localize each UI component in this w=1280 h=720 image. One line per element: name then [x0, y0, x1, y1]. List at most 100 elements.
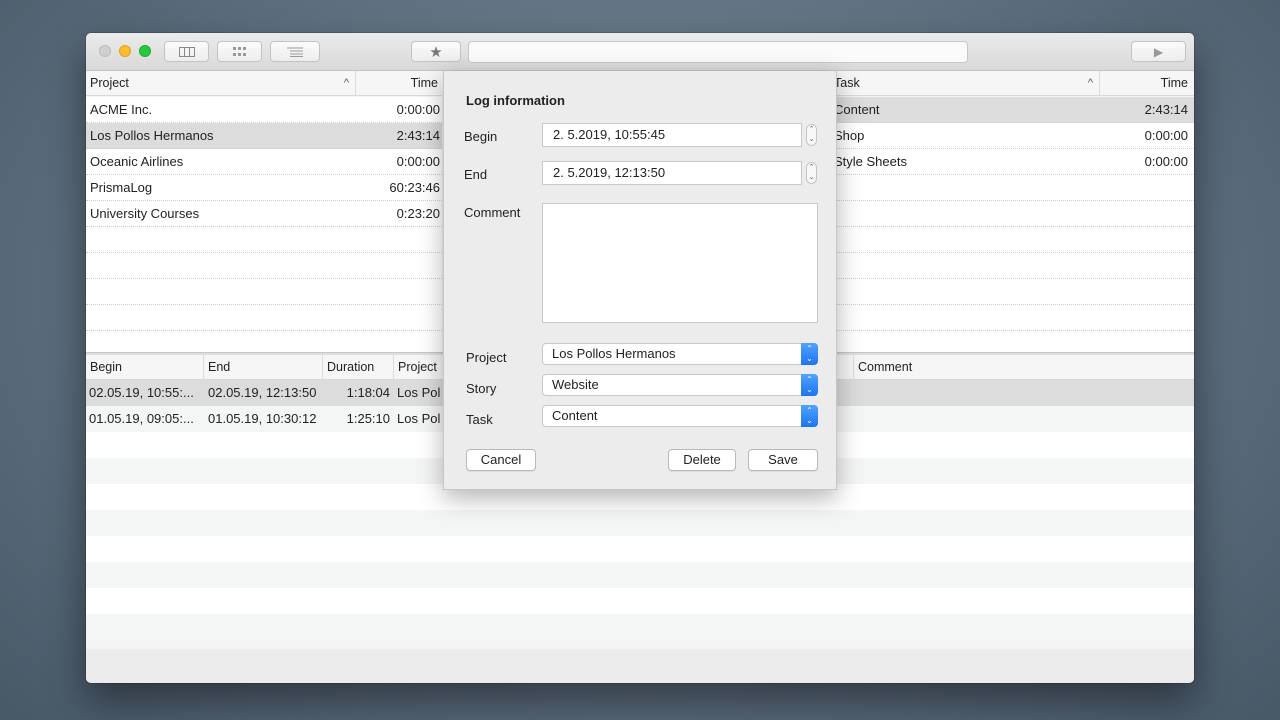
stepper-up-icon[interactable]: ⌃ — [807, 125, 816, 135]
project-select-value: Los Pollos Hermanos — [552, 346, 676, 361]
log-project-header-label: Project — [398, 360, 437, 374]
begin-header-label: Begin — [90, 360, 122, 374]
task-time-cell: 2:43:14 — [1144, 102, 1188, 117]
table-row — [830, 175, 1194, 201]
tasks-table-header: Task ^ Time — [830, 71, 1194, 96]
stepper-down-icon[interactable]: ⌄ — [807, 135, 816, 145]
table-row — [86, 305, 442, 331]
grid-view-button[interactable] — [217, 41, 262, 62]
time-header-label: Time — [410, 76, 438, 90]
log-end-cell: 01.05.19, 10:30:12 — [208, 411, 317, 426]
table-row — [830, 227, 1194, 253]
log-information-dialog: Log information Begin 2. 5.2019, 10:55:4… — [443, 71, 837, 490]
end-stepper[interactable]: ⌃ ⌄ — [806, 162, 817, 184]
task-name-cell: Content — [834, 102, 880, 117]
cancel-button[interactable]: Cancel — [466, 449, 536, 471]
project-name-cell: ACME Inc. — [90, 102, 153, 117]
search-field[interactable] — [468, 41, 968, 63]
comment-textarea[interactable] — [542, 203, 818, 323]
toolbar: ★ ▶ — [86, 33, 1194, 71]
begin-label: Begin — [464, 129, 498, 144]
task-label: Task — [466, 412, 493, 427]
empty-row — [86, 510, 1194, 536]
table-row[interactable]: Los Pollos Hermanos 2:43:14 — [86, 123, 442, 149]
save-button[interactable]: Save — [748, 449, 818, 471]
project-column-header[interactable]: Project ^ — [86, 71, 356, 96]
columns-view-button[interactable] — [164, 41, 209, 62]
end-column-header[interactable]: End — [204, 355, 323, 380]
table-row[interactable]: Style Sheets 0:00:00 — [830, 149, 1194, 175]
columns-icon — [178, 46, 195, 57]
duration-header-label: Duration — [327, 360, 375, 374]
close-window-button[interactable] — [99, 45, 111, 57]
log-duration-cell: 1:18:04 — [346, 385, 390, 400]
project-name-cell: Oceanic Airlines — [90, 154, 184, 169]
project-time-cell: 60:23:46 — [389, 180, 440, 195]
log-begin-cell: 02.05.19, 10:55:... — [89, 385, 194, 400]
task-header-label: Task — [834, 76, 860, 90]
table-row — [830, 305, 1194, 331]
task-select-value: Content — [552, 408, 598, 423]
table-row[interactable]: Shop 0:00:00 — [830, 123, 1194, 149]
project-select[interactable]: Los Pollos Hermanos ⌃ ⌄ — [542, 343, 818, 365]
task-column-header[interactable]: Task ^ — [830, 71, 1100, 96]
chevron-up-down-icon: ⌃ ⌄ — [801, 343, 818, 365]
star-icon: ★ — [429, 43, 443, 61]
dialog-title: Log information — [466, 93, 565, 108]
table-row — [86, 253, 442, 279]
stepper-up-icon[interactable]: ⌃ — [807, 163, 816, 173]
time-column-header[interactable]: Time — [356, 71, 442, 96]
favorite-button[interactable]: ★ — [411, 41, 461, 62]
window-footer — [86, 649, 1194, 683]
project-name-cell: Los Pollos Hermanos — [90, 128, 214, 143]
task-time-cell: 0:00:00 — [1144, 154, 1188, 169]
duration-column-header[interactable]: Duration — [323, 355, 394, 380]
table-row[interactable]: PrismaLog 60:23:46 — [86, 175, 442, 201]
play-icon: ▶ — [1153, 44, 1164, 59]
project-header-label: Project — [90, 76, 129, 90]
task-time-header-label: Time — [1160, 76, 1188, 90]
table-row[interactable]: ACME Inc. 0:00:00 — [86, 97, 442, 123]
start-timer-button[interactable]: ▶ — [1131, 41, 1186, 62]
comment-column-header[interactable]: Comment — [854, 355, 1194, 380]
end-datetime-field[interactable]: 2. 5.2019, 12:13:50 — [542, 161, 802, 185]
story-select[interactable]: Website ⌃ ⌄ — [542, 374, 818, 396]
log-project-cell: Los Poll — [397, 385, 441, 400]
table-row[interactable]: Content 2:43:14 — [830, 97, 1194, 123]
list-icon — [287, 47, 303, 57]
task-time-column-header[interactable]: Time — [1100, 71, 1194, 96]
begin-column-header[interactable]: Begin — [86, 355, 204, 380]
project-time-cell: 0:23:20 — [396, 206, 440, 221]
project-time-cell: 2:43:14 — [396, 128, 440, 143]
log-end-cell: 02.05.19, 12:13:50 — [208, 385, 317, 400]
task-select[interactable]: Content ⌃ ⌄ — [542, 405, 818, 427]
project-label: Project — [466, 350, 507, 365]
table-row — [830, 201, 1194, 227]
sort-ascending-icon: ^ — [1087, 77, 1093, 89]
chevron-up-down-icon: ⌃ ⌄ — [801, 405, 818, 427]
table-row[interactable]: University Courses 0:23:20 — [86, 201, 442, 227]
empty-row — [86, 536, 1194, 562]
log-project-cell: Los Poll — [397, 411, 441, 426]
begin-datetime-field[interactable]: 2. 5.2019, 10:55:45 — [542, 123, 802, 147]
table-row — [86, 279, 442, 305]
stepper-down-icon[interactable]: ⌄ — [807, 173, 816, 183]
project-time-cell: 0:00:00 — [396, 102, 440, 117]
projects-table-header: Project ^ Time — [86, 71, 442, 96]
chevron-up-down-icon: ⌃ ⌄ — [801, 374, 818, 396]
comment-header-label: Comment — [858, 360, 913, 374]
begin-stepper[interactable]: ⌃ ⌄ — [806, 124, 817, 146]
task-name-cell: Shop — [834, 128, 865, 143]
empty-row — [86, 588, 1194, 614]
project-name-cell: University Courses — [90, 206, 200, 221]
table-row — [830, 253, 1194, 279]
list-view-button[interactable] — [270, 41, 320, 62]
minimize-window-button[interactable] — [119, 45, 131, 57]
zoom-window-button[interactable] — [139, 45, 151, 57]
project-name-cell: PrismaLog — [90, 180, 153, 195]
table-row[interactable]: Oceanic Airlines 0:00:00 — [86, 149, 442, 175]
story-label: Story — [466, 381, 497, 396]
delete-button[interactable]: Delete — [668, 449, 736, 471]
log-duration-cell: 1:25:10 — [346, 411, 390, 426]
comment-label: Comment — [464, 205, 521, 220]
